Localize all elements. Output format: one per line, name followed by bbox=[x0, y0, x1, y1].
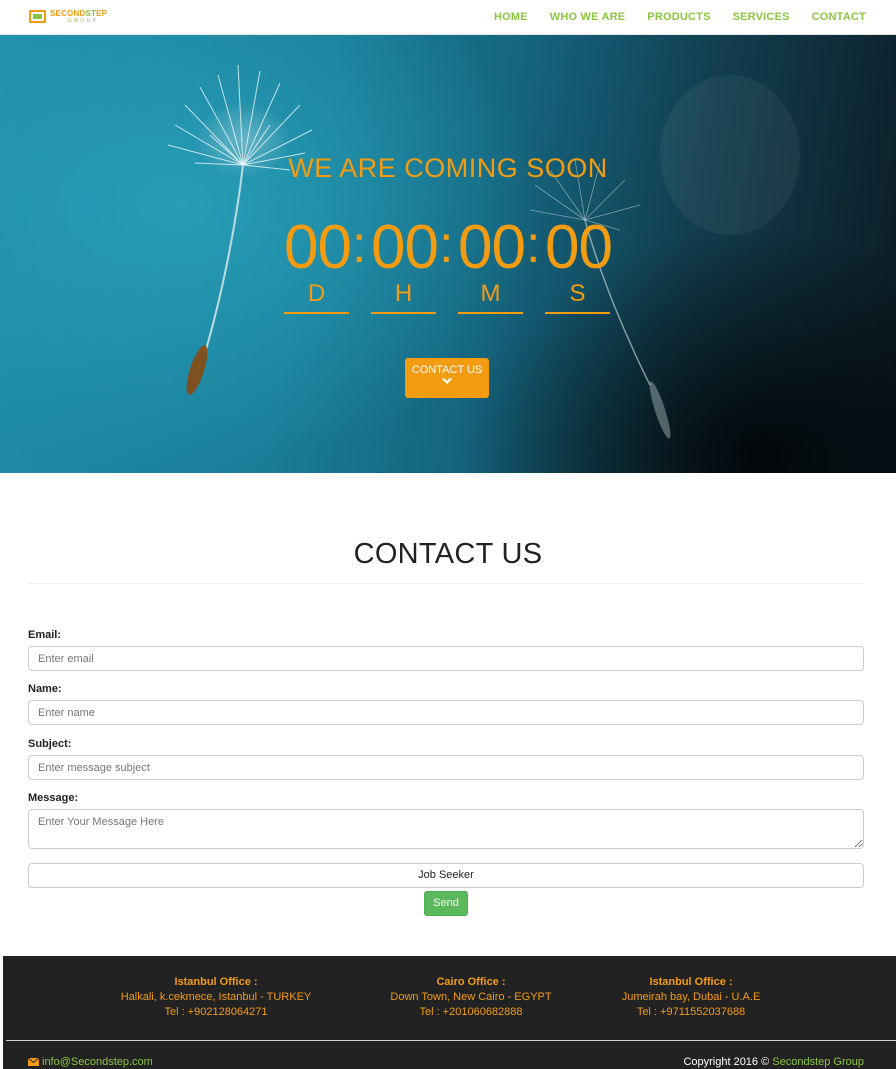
countdown-separator: : bbox=[352, 216, 367, 274]
days-label: D bbox=[307, 280, 326, 307]
footer-email: info@Secondstep.com bbox=[42, 1056, 153, 1068]
hours-value: 00 bbox=[371, 213, 439, 282]
office-title: Istanbul Office : bbox=[174, 976, 258, 988]
subject-label: Subject: bbox=[28, 738, 72, 750]
envelope-icon bbox=[28, 1058, 39, 1066]
office-title: Istanbul Office : bbox=[649, 976, 733, 988]
contact-us-button-label: CONTACT US bbox=[411, 364, 483, 376]
countdown: 00 D : 00 H : 00 M : 00 S bbox=[284, 213, 613, 315]
hero-section: WE ARE COMING SOON 00 D : 00 H : 00 M : … bbox=[0, 35, 896, 473]
days-underline bbox=[284, 312, 349, 314]
seconds-label: S bbox=[569, 280, 586, 307]
inquiry-type-select[interactable]: Job Seeker bbox=[28, 863, 864, 888]
laptop-logo-icon bbox=[29, 10, 46, 23]
email-label: Email: bbox=[28, 629, 62, 641]
minutes-underline bbox=[458, 312, 523, 314]
logo-subtitle: GROUP bbox=[68, 18, 99, 24]
office-address: Halkali, k.cekmece, Istanbul - TURKEY bbox=[120, 991, 312, 1003]
contact-us-button[interactable]: CONTACT US bbox=[405, 358, 489, 398]
main-nav: HOME WHO WE ARE PRODUCTS SERVICES CONTAC… bbox=[494, 11, 866, 23]
office-cairo: Cairo Office : Down Town, New Cairo - EG… bbox=[351, 975, 591, 1020]
footer-divider bbox=[6, 1040, 896, 1041]
seconds-underline bbox=[545, 312, 610, 314]
countdown-seconds: 00 S bbox=[545, 213, 613, 314]
countdown-minutes: 00 M bbox=[458, 213, 526, 314]
office-istanbul: Istanbul Office : Halkali, k.cekmece, Is… bbox=[96, 975, 336, 1020]
navbar: SECONDSTEP GROUP HOME WHO WE ARE PRODUCT… bbox=[0, 0, 896, 35]
logo[interactable]: SECONDSTEP GROUP bbox=[29, 9, 119, 25]
nav-contact[interactable]: CONTACT bbox=[812, 11, 866, 23]
office-address: Jumeirah bay, Dubai - U.A.E bbox=[621, 991, 761, 1003]
office-address: Down Town, New Cairo - EGYPT bbox=[390, 991, 552, 1003]
logo-name: SECONDSTEP bbox=[50, 9, 108, 18]
footer-email-link[interactable]: info@Secondstep.com bbox=[28, 1056, 153, 1068]
hours-underline bbox=[371, 312, 436, 314]
section-divider bbox=[28, 583, 864, 584]
message-label: Message: bbox=[28, 792, 79, 804]
nav-home[interactable]: HOME bbox=[494, 11, 528, 23]
countdown-hours: 00 H bbox=[371, 213, 439, 314]
office-phone: Tel : +902128064271 bbox=[164, 1006, 268, 1018]
office-phone: Tel : +9711552037688 bbox=[636, 1006, 746, 1018]
name-label: Name: bbox=[28, 683, 62, 695]
days-value: 00 bbox=[284, 213, 352, 282]
copyright-brand-link[interactable]: Secondstep Group bbox=[772, 1056, 864, 1068]
hours-label: H bbox=[394, 280, 413, 307]
seconds-value: 00 bbox=[545, 213, 613, 282]
office-dubai: Istanbul Office : Jumeirah bay, Dubai - … bbox=[571, 975, 811, 1020]
email-field[interactable] bbox=[28, 646, 864, 671]
send-button[interactable]: Send bbox=[424, 891, 468, 916]
message-textarea[interactable] bbox=[28, 809, 864, 849]
nav-who-we-are[interactable]: WHO WE ARE bbox=[550, 11, 626, 23]
office-title: Cairo Office : bbox=[436, 976, 506, 988]
office-phone: Tel : +201060682888 bbox=[419, 1006, 523, 1018]
minutes-label: M bbox=[480, 280, 501, 307]
contact-section-title: CONTACT US bbox=[353, 538, 543, 570]
nav-products[interactable]: PRODUCTS bbox=[647, 11, 710, 23]
countdown-separator: : bbox=[526, 216, 541, 274]
footer: Istanbul Office : Halkali, k.cekmece, Is… bbox=[3, 956, 896, 1069]
subject-field[interactable] bbox=[28, 755, 864, 780]
countdown-separator: : bbox=[439, 216, 454, 274]
nav-services[interactable]: SERVICES bbox=[733, 11, 790, 23]
minutes-value: 00 bbox=[458, 213, 526, 282]
countdown-days: 00 D bbox=[284, 213, 352, 314]
coming-soon-title: WE ARE COMING SOON bbox=[288, 153, 608, 183]
chevron-down-icon bbox=[442, 377, 452, 385]
copyright: Copyright 2016 © Secondstep Group bbox=[683, 1056, 864, 1068]
copyright-text: Copyright 2016 © bbox=[683, 1056, 770, 1068]
name-field[interactable] bbox=[28, 700, 864, 725]
